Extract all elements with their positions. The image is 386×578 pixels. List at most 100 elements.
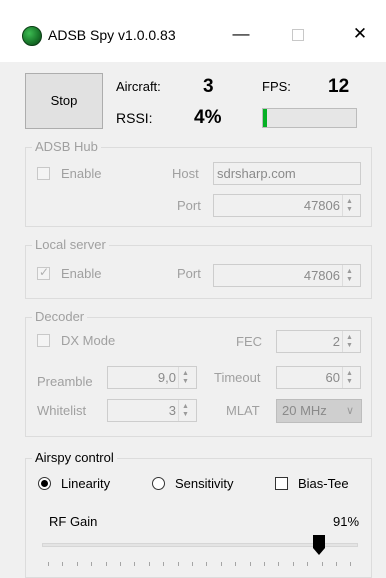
- decoder-title: Decoder: [32, 309, 88, 324]
- preamble-label: Preamble: [37, 374, 93, 389]
- minimize-icon: —: [232, 24, 250, 43]
- slider-tick: [134, 562, 136, 566]
- slider-tick: [192, 562, 193, 566]
- app-icon: [22, 26, 42, 46]
- local-server-enable-label: Enable: [61, 266, 102, 281]
- slider-thumb-icon[interactable]: [313, 535, 325, 555]
- rf-gain-slider-track[interactable]: [42, 543, 358, 547]
- signal-level-fill: [263, 109, 267, 127]
- stop-button[interactable]: Stop: [25, 73, 103, 129]
- local-server-port-spin[interactable]: ▲ ▼: [342, 265, 360, 286]
- rssi-value: 4%: [194, 107, 222, 128]
- slider-tick: [91, 562, 93, 566]
- arrow-down-icon[interactable]: ▼: [182, 411, 189, 418]
- slider-tick: [321, 562, 323, 566]
- mlat-value: 20 MHz: [282, 403, 327, 418]
- title-bar: ADSB Spy v1.0.0.83 — ✕: [0, 0, 386, 62]
- maximize-icon: [292, 28, 304, 41]
- arrow-down-icon[interactable]: ▼: [182, 378, 189, 385]
- slider-tick: [105, 562, 107, 566]
- arrow-up-icon[interactable]: ▲: [346, 334, 353, 341]
- slider-tick: [249, 562, 251, 566]
- chevron-down-icon: ∨: [345, 405, 354, 417]
- arrow-down-icon[interactable]: ▼: [346, 378, 353, 385]
- whitelist-spin[interactable]: ▲ ▼: [178, 400, 196, 421]
- bias-tee-label: Bias-Tee: [298, 476, 349, 491]
- signal-level-bar: [262, 108, 357, 128]
- slider-tick: [307, 562, 309, 566]
- slider-tick: [336, 562, 337, 566]
- close-icon: ✕: [352, 24, 368, 43]
- slider-tick: [206, 562, 208, 566]
- mlat-select[interactable]: 20 MHz ∨: [276, 399, 362, 423]
- minimize-button[interactable]: —: [224, 22, 258, 46]
- whitelist-label: Whitelist: [37, 403, 87, 418]
- sensitivity-label: Sensitivity: [175, 476, 234, 491]
- preamble-value: 9,0: [157, 370, 176, 385]
- rf-gain-label: RF Gain: [49, 514, 98, 529]
- arrow-up-icon[interactable]: ▲: [182, 370, 189, 377]
- slider-tick: [350, 562, 352, 566]
- slider-tick: [235, 562, 237, 566]
- adsb-hub-port-label: Port: [177, 198, 201, 213]
- whitelist-stepper[interactable]: 3 ▲ ▼: [107, 399, 197, 422]
- timeout-stepper[interactable]: 60 ▲ ▼: [276, 366, 361, 389]
- aircraft-count: 3: [203, 76, 214, 97]
- arrow-up-icon[interactable]: ▲: [346, 370, 353, 377]
- local-server-title: Local server: [32, 237, 109, 252]
- preamble-spin[interactable]: ▲ ▼: [178, 367, 196, 388]
- slider-tick: [264, 562, 265, 566]
- fps-value: 12: [328, 76, 350, 97]
- adsb-hub-port-value: 47806: [303, 198, 340, 213]
- arrow-up-icon[interactable]: ▲: [346, 198, 353, 205]
- adsb-hub-title: ADSB Hub: [32, 139, 101, 154]
- rf-gain-value: 91%: [333, 514, 360, 529]
- local-server-port-stepper[interactable]: 47806 ▲ ▼: [213, 264, 361, 287]
- bias-tee-checkbox[interactable]: [275, 477, 288, 490]
- adsb-hub-enable-checkbox[interactable]: [37, 167, 50, 180]
- adsb-hub-port-stepper[interactable]: 47806 ▲ ▼: [213, 194, 361, 217]
- arrow-up-icon[interactable]: ▲: [346, 268, 353, 275]
- rf-gain-ticks: [48, 562, 352, 568]
- slider-tick: [177, 562, 179, 566]
- timeout-value: 60: [325, 370, 340, 385]
- linearity-label: Linearity: [61, 476, 111, 491]
- dx-mode-label: DX Mode: [61, 333, 116, 348]
- slider-tick: [76, 562, 78, 566]
- arrow-down-icon[interactable]: ▼: [346, 206, 353, 213]
- dx-mode-checkbox[interactable]: [37, 334, 50, 347]
- arrow-down-icon[interactable]: ▼: [346, 342, 353, 349]
- fec-label: FEC: [236, 334, 262, 349]
- fec-value: 2: [332, 334, 340, 349]
- window-title: ADSB Spy v1.0.0.83: [48, 27, 176, 43]
- slider-tick: [62, 562, 64, 566]
- whitelist-value: 3: [168, 403, 176, 418]
- fec-stepper[interactable]: 2 ▲ ▼: [276, 330, 361, 353]
- arrow-down-icon[interactable]: ▼: [346, 276, 353, 283]
- fps-label: FPS:: [262, 79, 291, 94]
- fec-spin[interactable]: ▲ ▼: [342, 331, 360, 352]
- arrow-up-icon[interactable]: ▲: [182, 403, 189, 410]
- airspy-control-title: Airspy control: [32, 450, 117, 465]
- sensitivity-radio[interactable]: [152, 477, 165, 490]
- maximize-button[interactable]: [281, 22, 315, 46]
- slider-tick: [120, 562, 121, 566]
- slider-tick: [48, 562, 49, 566]
- mlat-label: MLAT: [226, 403, 260, 418]
- timeout-label: Timeout: [214, 370, 261, 385]
- adsb-hub-enable-label: Enable: [61, 166, 102, 181]
- host-input[interactable]: sdrsharp.com: [213, 162, 361, 185]
- preamble-stepper[interactable]: 9,0 ▲ ▼: [107, 366, 197, 389]
- linearity-radio[interactable]: [38, 477, 51, 490]
- close-button[interactable]: ✕: [343, 22, 377, 46]
- local-server-port-value: 47806: [303, 268, 340, 283]
- host-label: Host: [172, 166, 199, 181]
- slider-tick: [148, 562, 150, 566]
- local-server-enable-checkbox[interactable]: ✓: [37, 265, 50, 280]
- timeout-spin[interactable]: ▲ ▼: [342, 367, 360, 388]
- local-server-port-label: Port: [177, 266, 201, 281]
- slider-tick: [163, 562, 165, 566]
- slider-tick: [292, 562, 294, 566]
- adsb-hub-port-spin[interactable]: ▲ ▼: [342, 195, 360, 216]
- slider-tick: [278, 562, 280, 566]
